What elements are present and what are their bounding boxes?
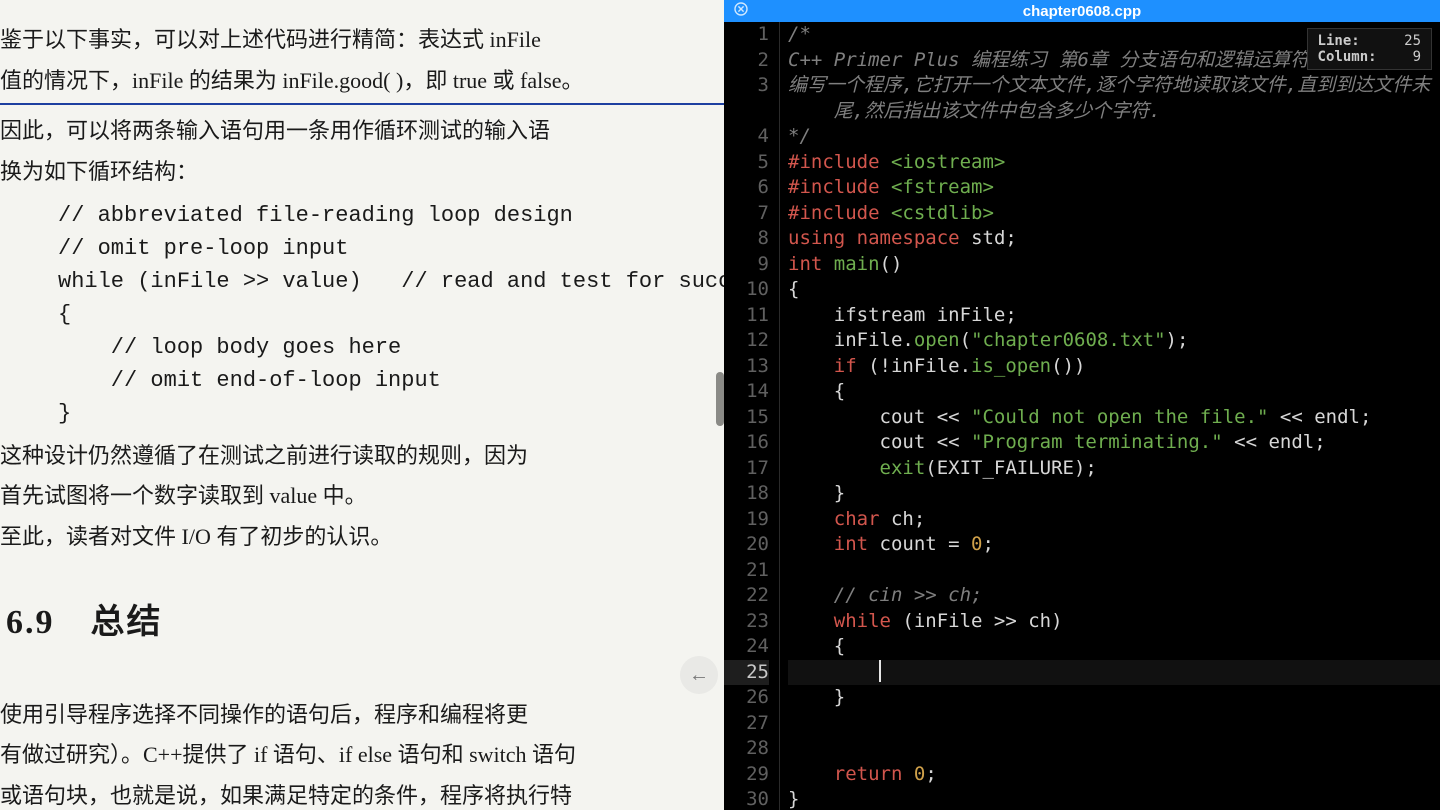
code-line: 编写一个程序,它打开一个文本文件,逐个字符地读取该文件,直到到达文件末: [788, 73, 1440, 99]
section-heading: 6.9 总结: [0, 592, 724, 655]
code-line: [788, 711, 1440, 737]
line-number: 16: [724, 430, 769, 456]
code-line: [788, 660, 1440, 686]
code-line: cout << "Program terminating." << endl;: [788, 430, 1440, 456]
code-line: return 0;: [788, 762, 1440, 788]
line-number: 17: [724, 456, 769, 482]
line-number: 8: [724, 226, 769, 252]
line-number: 26: [724, 685, 769, 711]
line-number: 6: [724, 175, 769, 201]
line-number: 23: [724, 609, 769, 635]
section-number: 6.9: [6, 604, 55, 641]
line-number: 22: [724, 583, 769, 609]
doc-paragraph: 或语句块，也就是说，如果满足特定的条件，程序将执行特: [0, 776, 724, 810]
code-editor-pane: chapter0608.cpp Line: 25 Column: 9 1 2 3…: [724, 0, 1440, 810]
line-number-gutter: 1 2 3 4 5 6 7 8 9 10 11 12 13 14 15 16 1…: [724, 22, 780, 810]
code-line: */: [788, 124, 1440, 150]
line-number: 5: [724, 150, 769, 176]
doc-paragraph: 值的情况下，inFile 的结果为 inFile.good( )，即 true …: [0, 61, 724, 106]
status-line-value: 25: [1404, 33, 1421, 49]
line-number: 10: [724, 277, 769, 303]
doc-paragraph: 首先试图将一个数字读取到 value 中。: [0, 476, 724, 517]
line-number: 12: [724, 328, 769, 354]
prev-page-button[interactable]: ←: [680, 656, 718, 694]
code-line: {: [788, 277, 1440, 303]
code-line: inFile.open("chapter0608.txt");: [788, 328, 1440, 354]
line-number: 3: [724, 73, 769, 99]
status-line-label: Line:: [1318, 33, 1360, 49]
code-line: // cin >> ch;: [788, 583, 1440, 609]
code-line: #include <cstdlib>: [788, 201, 1440, 227]
code-line: }: [788, 481, 1440, 507]
code-line: using namespace std;: [788, 226, 1440, 252]
code-editor[interactable]: 1 2 3 4 5 6 7 8 9 10 11 12 13 14 15 16 1…: [724, 22, 1440, 810]
doc-paragraph: 使用引导程序选择不同操作的语句后，程序和编程将更: [0, 695, 724, 736]
close-icon: [734, 2, 748, 20]
doc-paragraph: 因此，可以将两条输入语句用一条用作循环测试的输入语: [0, 111, 724, 152]
status-column-value: 9: [1413, 49, 1421, 65]
code-line: int main(): [788, 252, 1440, 278]
code-line: 尾,然后指出该文件中包含多少个字符.: [788, 99, 1440, 125]
line-number: [724, 99, 769, 125]
code-line: char ch;: [788, 507, 1440, 533]
line-number: 20: [724, 532, 769, 558]
doc-code-block: // abbreviated file-reading loop design …: [0, 199, 724, 430]
arrow-left-icon: ←: [689, 657, 709, 694]
line-number: 7: [724, 201, 769, 227]
line-number: 27: [724, 711, 769, 737]
status-column-label: Column:: [1318, 49, 1377, 65]
line-number: 13: [724, 354, 769, 380]
line-number: 19: [724, 507, 769, 533]
code-line: while (inFile >> ch): [788, 609, 1440, 635]
code-line: if (!inFile.is_open()): [788, 354, 1440, 380]
doc-paragraph: 有做过研究）。C++提供了 if 语句、if else 语句和 switch 语…: [0, 735, 724, 776]
doc-paragraph: 换为如下循环结构：: [0, 152, 724, 193]
section-title: 总结: [91, 604, 163, 641]
code-line: cout << "Could not open the file." << en…: [788, 405, 1440, 431]
line-number: 11: [724, 303, 769, 329]
line-number: 1: [724, 22, 769, 48]
code-line: [788, 558, 1440, 584]
code-line: [788, 736, 1440, 762]
doc-paragraph: 这种设计仍然遵循了在测试之前进行读取的规则，因为: [0, 436, 724, 477]
editor-title-bar: chapter0608.cpp: [724, 0, 1440, 22]
code-line: #include <iostream>: [788, 150, 1440, 176]
line-number: 9: [724, 252, 769, 278]
doc-paragraph: 至此，读者对文件 I/O 有了初步的认识。: [0, 517, 724, 558]
code-line: {: [788, 634, 1440, 660]
line-number: 24: [724, 634, 769, 660]
document-view[interactable]: 鉴于以下事实，可以对上述代码进行精简：表达式 inFile 值的情况下，inFi…: [0, 0, 724, 810]
code-line: exit(EXIT_FAILURE);: [788, 456, 1440, 482]
code-text-area[interactable]: /* C++ Primer Plus 编程练习 第6章 分支语句和逻辑运算符 编…: [780, 22, 1440, 810]
code-line: }: [788, 787, 1440, 810]
close-button[interactable]: [730, 0, 752, 22]
line-number: 15: [724, 405, 769, 431]
line-number: 29: [724, 762, 769, 788]
line-number: 4: [724, 124, 769, 150]
code-line: ifstream inFile;: [788, 303, 1440, 329]
line-number: 18: [724, 481, 769, 507]
scrollbar-thumb[interactable]: [716, 372, 724, 426]
cursor-position-panel: Line: 25 Column: 9: [1307, 28, 1432, 70]
line-number: 2: [724, 48, 769, 74]
line-number: 14: [724, 379, 769, 405]
line-number: 25: [724, 660, 769, 686]
line-number: 30: [724, 787, 769, 810]
code-line: int count = 0;: [788, 532, 1440, 558]
doc-paragraph: 鉴于以下事实，可以对上述代码进行精简：表达式 inFile: [0, 20, 724, 61]
code-line: }: [788, 685, 1440, 711]
code-line: {: [788, 379, 1440, 405]
line-number: 28: [724, 736, 769, 762]
editor-filename: chapter0608.cpp: [724, 3, 1440, 20]
code-line: #include <fstream>: [788, 175, 1440, 201]
line-number: 21: [724, 558, 769, 584]
text-cursor: [879, 660, 881, 682]
